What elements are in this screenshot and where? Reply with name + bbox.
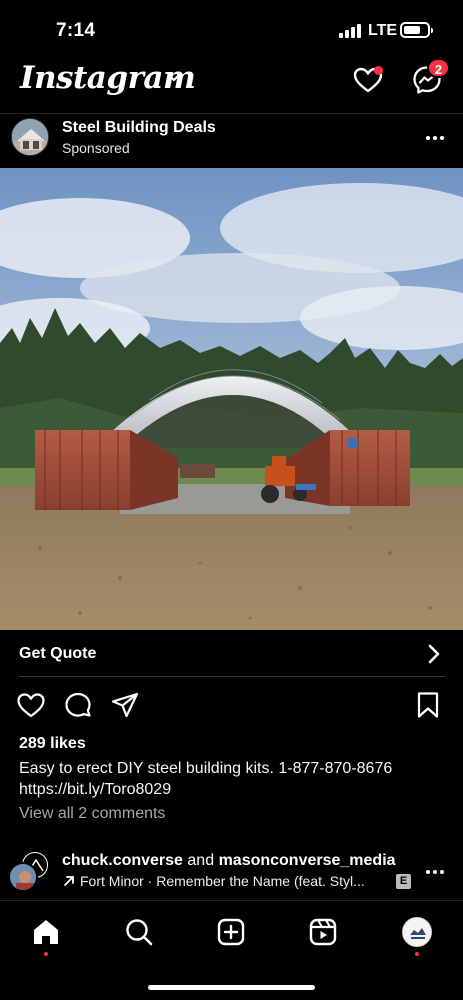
like-icon[interactable]	[16, 690, 46, 720]
reshare-connector: and	[187, 852, 215, 869]
reshare-more-options-icon[interactable]	[426, 862, 450, 882]
post-more-options-icon[interactable]	[426, 128, 450, 148]
notification-dot	[374, 66, 383, 75]
account-name[interactable]: Steel Building Deals	[62, 119, 216, 137]
chevron-down-icon[interactable]	[166, 70, 182, 86]
account-avatar[interactable]	[11, 118, 49, 156]
music-title: Fort Minor · Remember the Name (feat. St…	[80, 873, 365, 889]
chevron-right-icon	[428, 644, 440, 664]
cta-label: Get Quote	[19, 645, 97, 662]
app-header: Instagram 2	[0, 58, 463, 112]
post-caption: Easy to erect DIY steel building kits. 1…	[19, 758, 449, 800]
search-icon[interactable]	[124, 917, 154, 947]
likes-count[interactable]: 289 likes	[19, 735, 86, 753]
home-icon[interactable]	[31, 917, 61, 947]
caption-line-1: Easy to erect DIY steel building kits. 1…	[19, 760, 393, 777]
cta-divider	[19, 676, 445, 677]
network-type: LTE	[368, 22, 398, 39]
sponsored-label: Sponsored	[62, 140, 130, 156]
status-time: 7:14	[56, 20, 96, 41]
bookmark-icon[interactable]	[413, 690, 443, 720]
music-info[interactable]: Fort Minor · Remember the Name (feat. St…	[62, 873, 365, 889]
reshare-users: chuck.converse and masonconverse_media	[62, 852, 396, 870]
user-avatar-primary[interactable]	[8, 862, 38, 892]
view-comments-link[interactable]: View all 2 comments	[19, 805, 165, 823]
comment-icon[interactable]	[63, 690, 93, 720]
reshare-user-2[interactable]: masonconverse_media	[219, 852, 396, 869]
reshare-user-1[interactable]: chuck.converse	[62, 852, 183, 869]
home-indicator	[148, 985, 315, 990]
messages-badge: 2	[427, 58, 450, 78]
get-quote-cta[interactable]: Get Quote	[0, 632, 463, 676]
signal-icon	[339, 24, 363, 38]
profile-icon[interactable]	[402, 917, 432, 947]
status-bar: 7:14 LTE	[0, 0, 463, 58]
profile-activity-dot	[415, 952, 419, 956]
create-icon[interactable]	[216, 917, 246, 947]
battery-icon	[400, 22, 433, 38]
caption-link[interactable]: https://bit.ly/Toro8029	[19, 779, 449, 800]
home-activity-dot	[44, 952, 48, 956]
share-icon[interactable]	[110, 690, 140, 720]
post-header: Steel Building Deals Sponsored	[0, 114, 463, 166]
explicit-badge: E	[396, 874, 411, 889]
arrow-up-right-icon	[64, 876, 74, 886]
reshare-row: chuck.converse and masonconverse_media F…	[0, 846, 463, 896]
reels-icon[interactable]	[308, 917, 338, 947]
post-image[interactable]	[0, 168, 463, 630]
